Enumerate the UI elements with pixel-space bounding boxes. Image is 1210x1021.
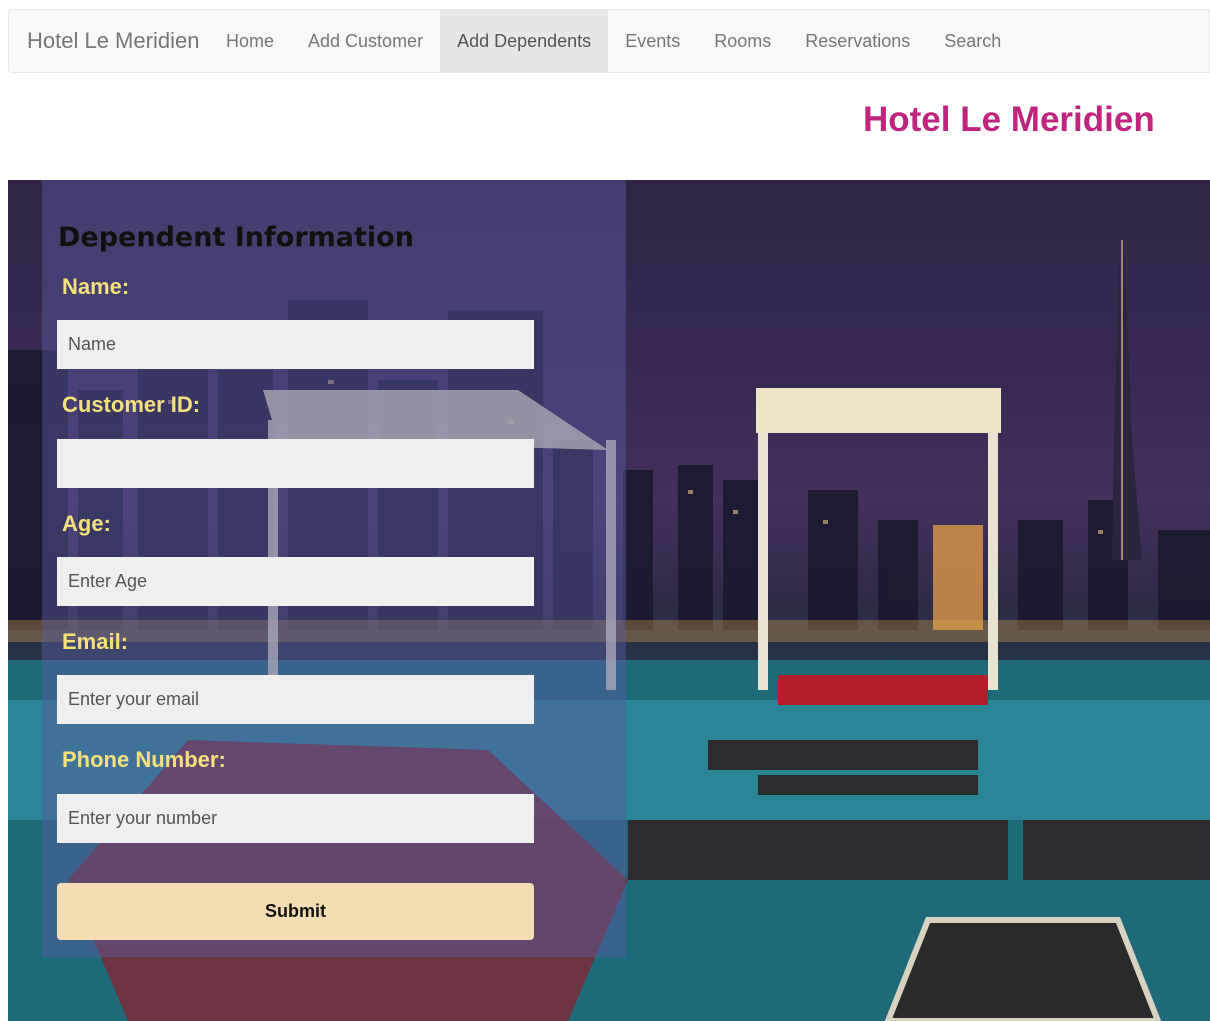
phone-label: Phone Number:	[62, 747, 226, 772]
age-input[interactable]	[57, 557, 534, 606]
nav-item-add-customer[interactable]: Add Customer	[291, 10, 440, 72]
email-label: Email:	[62, 629, 129, 654]
name-label: Name:	[62, 274, 130, 299]
form-title: Dependent Information	[58, 222, 414, 253]
nav-item-search[interactable]: Search	[927, 10, 1018, 72]
submit-button[interactable]: Submit	[57, 883, 534, 940]
nav-item-reservations[interactable]: Reservations	[788, 10, 927, 72]
nav-list: Home Add Customer Add Dependents Events …	[209, 10, 1018, 72]
name-input[interactable]	[57, 320, 534, 369]
nav-item-add-dependents[interactable]: Add Dependents	[440, 10, 609, 72]
nav-item-events[interactable]: Events	[608, 10, 697, 72]
email-input[interactable]	[57, 675, 534, 724]
nav-item-home[interactable]: Home	[209, 10, 291, 72]
nav-item-rooms[interactable]: Rooms	[697, 10, 788, 72]
age-label: Age:	[62, 511, 111, 536]
dependent-form: Dependent Information Name: Customer ID:…	[42, 180, 626, 957]
top-navbar: Hotel Le Meridien Home Add Customer Add …	[8, 9, 1210, 73]
customer-id-label: Customer ID:	[62, 392, 201, 417]
page-heading: Hotel Le Meridien	[863, 100, 1155, 139]
customer-id-input[interactable]	[57, 439, 534, 488]
phone-input[interactable]	[57, 794, 534, 843]
navbar-brand[interactable]: Hotel Le Meridien	[9, 10, 209, 72]
hero-background: Dependent Information Name: Customer ID:…	[8, 180, 1210, 1021]
